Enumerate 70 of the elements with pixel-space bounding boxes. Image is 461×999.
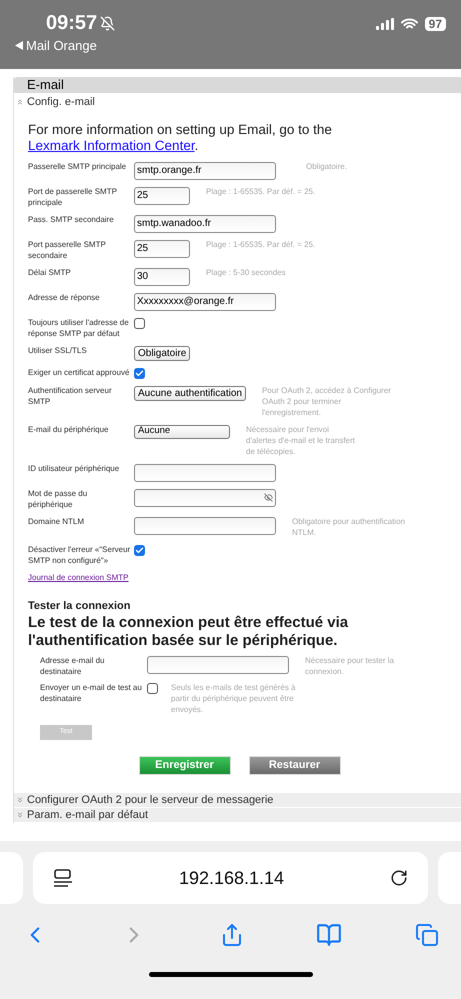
field-label: Mot de passe du périphérique [28,488,88,510]
text-field[interactable]: smtp.wanadoo.fr [134,214,276,232]
hint-text: Seuls les e-mails de test générés à partir du périphérique peuvent être envoyés. [171,682,296,715]
expand-chevron-icon [16,811,24,819]
address-bar[interactable]: 192.168.1.14 [33,852,428,904]
field-label: Passerelle SMTP principale [28,160,128,172]
field-label: E-mail du périphérique [28,424,110,434]
password-field[interactable] [134,488,276,506]
field-label: Adresse e-mail du destinataire [40,655,106,677]
hint-text: Obligatoire pour authentification NTLM. [292,516,406,538]
select-field[interactable]: Aucune [134,424,230,438]
collapsed-section[interactable]: Param. e-mail par défaut [14,808,461,822]
url-text: 192.168.1.14 [178,866,284,890]
page-menu-icon[interactable] [53,868,73,888]
tabs-icon[interactable] [415,923,439,947]
expand-chevron-icon [16,796,24,804]
collapse-chevron-icon [16,98,24,106]
checkbox[interactable] [134,368,145,378]
hint-text: Pour OAuth 2, accédez à Configurer OAuth 2 pour terminer l'enregistrement. [262,384,392,418]
clock-time: 09:57 [46,12,98,34]
checkbox[interactable] [134,318,145,328]
test-section-title: Tester la connexion [28,598,132,614]
field-label: Port de passerelle SMTP principale [28,186,118,208]
field-label: Adresse de réponse [28,292,101,302]
field-label: Désactiver l'erreur «"Serveur SMTP non configuré"» [28,544,132,566]
text-field[interactable]: Xxxxxxxxx@orange.fr [134,292,276,310]
field-label: Port passerelle SMTP secondaire [28,238,107,260]
field-label: Pass. SMTP secondaire [28,214,115,224]
text-field[interactable]: 30 [134,268,190,286]
field-label: Authentification serveur SMTP [28,384,113,406]
hint-text: Nécessaire pour l'envoi d'alertes d'e-mail et le transfert de télécopies. [246,424,356,456]
bell-slash-icon [100,16,116,30]
bookmarks-icon[interactable] [316,922,342,948]
text-field[interactable]: 25 [134,240,190,258]
wifi-icon [400,18,418,30]
hidden-eye-icon[interactable] [264,493,273,502]
back-app-link[interactable]: Mail Orange [26,36,97,56]
select-field[interactable]: Obligatoire [134,346,190,360]
section-title[interactable]: Config. e-mail [14,93,461,112]
field-label: Envoyer un e-mail de test au destinataire [40,682,143,704]
smtp-log-link[interactable]: Journal de connexion SMTP [28,572,128,584]
text-field[interactable] [134,516,276,534]
reload-icon[interactable] [390,869,408,887]
checkbox[interactable] [134,544,145,556]
info-center-link[interactable]: Lexmark Information Center [28,138,195,152]
checkbox[interactable] [147,683,158,694]
signal-icon [376,18,394,30]
text-field[interactable] [147,656,289,674]
text-field[interactable] [134,464,276,482]
hint-text: Nécessaire pour tester la connexion. [305,655,395,677]
field-label: Utiliser SSL/TLS [28,344,88,356]
hint-text: Plage : 1-65535. Par déf. = 25. [206,238,316,250]
restore-button[interactable]: Restaurer [248,756,340,775]
section-header: E-mail [14,77,461,93]
text-field[interactable]: smtp.orange.fr [134,162,276,180]
select-field[interactable]: Aucune authentification [134,386,246,400]
hint-text: Plage : 5-30 secondes [206,266,287,278]
hint-text: Plage : 1-65535. Par déf. = 25. [206,186,316,196]
back-triangle-icon[interactable] [15,41,23,50]
battery-level: 97 [424,17,446,31]
test-heading: Le test de la connexion peut être effectué via l'authentification basée sur le périphérique. [28,614,350,650]
field-label: Exiger un certificat approuvé [28,366,130,378]
collapsed-section[interactable]: Configurer OAuth 2 pour le serveur de messagerie [14,793,461,807]
intro-text: For more information on setting up Email, go to the Lexmark Information Center. [28,122,333,154]
field-label: Délai SMTP [28,266,72,278]
field-label: ID utilisateur périphérique [28,462,120,474]
hint-text: Obligatoire. [306,160,348,172]
field-label: Domaine NTLM [28,516,86,526]
text-field[interactable]: 25 [134,186,190,204]
field-label: Toujours utiliser l'adresse de réponse SMTP par défaut [28,316,130,338]
